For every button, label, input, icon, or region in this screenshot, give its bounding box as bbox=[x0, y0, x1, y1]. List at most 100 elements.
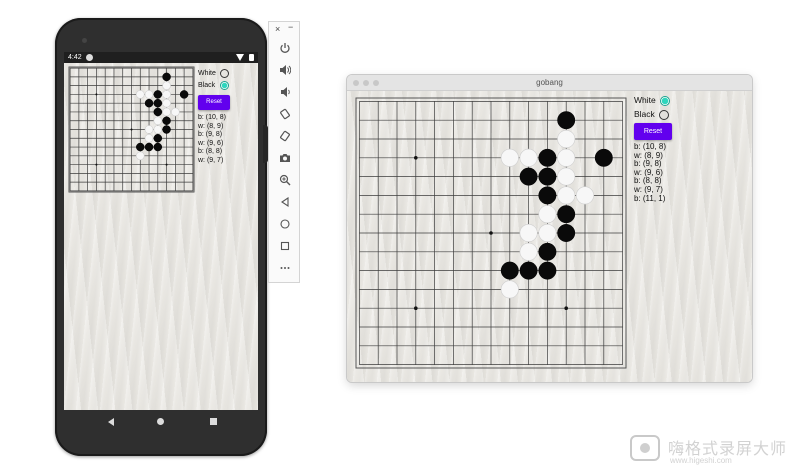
black-stone bbox=[153, 107, 163, 117]
rotate-left-icon[interactable] bbox=[277, 106, 292, 121]
white-stone bbox=[162, 98, 171, 108]
black-label: Black bbox=[198, 82, 216, 89]
android-emulator-phone: 4:42 White Black Reset b: (10, 8) w: (8, … bbox=[55, 18, 267, 456]
status-bar: 4:42 bbox=[64, 52, 258, 63]
white-stone bbox=[162, 81, 171, 90]
emulator-toolbar: × − bbox=[268, 21, 300, 283]
reset-button[interactable]: Reset bbox=[634, 123, 672, 140]
black-stone bbox=[144, 142, 154, 152]
black-stone bbox=[153, 142, 163, 152]
star-point bbox=[489, 231, 493, 235]
move-entry: b: (8, 8) bbox=[198, 148, 223, 155]
black-stone bbox=[519, 167, 538, 186]
star-point bbox=[165, 163, 168, 166]
app-notification-icon bbox=[86, 54, 93, 61]
black-stone bbox=[153, 98, 163, 108]
volume-up-icon[interactable] bbox=[277, 62, 292, 77]
black-stone bbox=[162, 72, 171, 82]
camera-icon[interactable] bbox=[277, 150, 292, 165]
nav-home-icon[interactable] bbox=[157, 418, 164, 425]
nav-back-icon[interactable] bbox=[108, 418, 114, 426]
battery-icon bbox=[249, 54, 254, 61]
black-option[interactable]: Black bbox=[198, 80, 258, 92]
player-controls-mobile: White Black Reset b: (10, 8) w: (8, 9) b: … bbox=[198, 68, 258, 165]
power-icon[interactable] bbox=[277, 40, 292, 55]
white-stone bbox=[144, 133, 154, 143]
black-option[interactable]: Black bbox=[634, 108, 704, 122]
white-stone bbox=[519, 224, 538, 243]
black-stone bbox=[153, 90, 163, 99]
black-stone bbox=[136, 142, 145, 152]
black-stone bbox=[538, 261, 557, 280]
white-stone bbox=[500, 280, 519, 299]
home-icon[interactable] bbox=[277, 216, 292, 231]
white-label: White bbox=[198, 70, 216, 77]
reset-button[interactable]: Reset bbox=[198, 95, 230, 110]
star-point bbox=[414, 156, 418, 160]
black-stone bbox=[153, 134, 163, 143]
close-icon[interactable]: × bbox=[275, 24, 280, 34]
black-stone bbox=[538, 186, 557, 205]
white-stone bbox=[153, 125, 163, 134]
white-stone bbox=[135, 151, 145, 161]
white-stone bbox=[557, 186, 576, 205]
black-stone bbox=[557, 205, 576, 224]
minimize-icon[interactable]: − bbox=[288, 22, 293, 32]
black-radio[interactable] bbox=[220, 81, 229, 90]
star-point bbox=[564, 306, 568, 310]
move-history-desktop[interactable]: b: (10, 8) w: (8, 9) b: (9, 8) w: (9, 6) b: … bbox=[634, 143, 704, 203]
white-stone bbox=[538, 205, 557, 224]
white-stone bbox=[144, 125, 154, 134]
black-stone bbox=[162, 116, 171, 125]
rotate-right-icon[interactable] bbox=[277, 128, 292, 143]
zoom-icon[interactable] bbox=[277, 172, 292, 187]
more-icon[interactable] bbox=[277, 260, 292, 275]
black-stone bbox=[557, 111, 576, 130]
black-stone bbox=[144, 98, 154, 108]
star-point bbox=[95, 163, 98, 166]
white-stone bbox=[557, 167, 576, 186]
white-stone bbox=[135, 90, 145, 99]
watermark: 嗨格式录屏大师 www.higeshi.com bbox=[630, 433, 798, 471]
white-radio[interactable] bbox=[220, 69, 229, 78]
white-stone bbox=[538, 224, 557, 243]
move-entry: w: (9, 7) bbox=[198, 156, 224, 164]
game-board-mobile[interactable] bbox=[68, 66, 195, 193]
game-board-desktop[interactable] bbox=[355, 97, 627, 369]
status-time: 4:42 bbox=[68, 54, 82, 61]
black-stone bbox=[500, 261, 519, 280]
gobang-app-mobile: White Black Reset b: (10, 8) w: (8, 9) b: … bbox=[64, 63, 258, 410]
black-stone bbox=[538, 242, 557, 261]
black-stone bbox=[557, 224, 576, 242]
nav-recents-icon[interactable] bbox=[210, 418, 217, 425]
back-icon[interactable] bbox=[277, 194, 292, 209]
white-stone bbox=[171, 107, 180, 117]
star-point bbox=[414, 306, 418, 310]
recorder-logo-icon bbox=[630, 435, 660, 461]
overview-icon[interactable] bbox=[277, 238, 292, 253]
white-option[interactable]: White bbox=[634, 94, 704, 108]
gobang-window: gobang White Black Reset b: (10, 8) w: (8… bbox=[347, 75, 752, 382]
wifi-icon bbox=[236, 54, 244, 61]
window-titlebar[interactable]: gobang bbox=[347, 75, 752, 91]
volume-down-icon[interactable] bbox=[277, 84, 292, 99]
black-stone bbox=[594, 148, 613, 167]
white-stone bbox=[519, 148, 538, 167]
star-point bbox=[95, 93, 98, 96]
black-stone bbox=[519, 261, 538, 280]
white-label: White bbox=[634, 95, 656, 105]
white-stone bbox=[162, 90, 171, 99]
black-stone bbox=[538, 167, 557, 186]
black-stone bbox=[162, 125, 171, 134]
white-option[interactable]: White bbox=[198, 68, 258, 80]
move-entry: b: (9, 8) bbox=[198, 131, 223, 138]
white-radio[interactable] bbox=[660, 96, 670, 106]
star-point bbox=[130, 128, 133, 131]
black-radio[interactable] bbox=[659, 110, 669, 120]
white-stone bbox=[153, 116, 163, 126]
move-history-mobile[interactable]: b: (10, 8) w: (8, 9) b: (9, 8) w: (9, 6) b: … bbox=[198, 114, 258, 165]
move-entry: w: (8, 9) bbox=[198, 122, 224, 130]
window-title: gobang bbox=[536, 78, 563, 87]
gobang-app-desktop: White Black Reset b: (10, 8) w: (8, 9) b: … bbox=[347, 91, 752, 382]
player-controls-desktop: White Black Reset b: (10, 8) w: (8, 9) b: … bbox=[634, 94, 704, 203]
